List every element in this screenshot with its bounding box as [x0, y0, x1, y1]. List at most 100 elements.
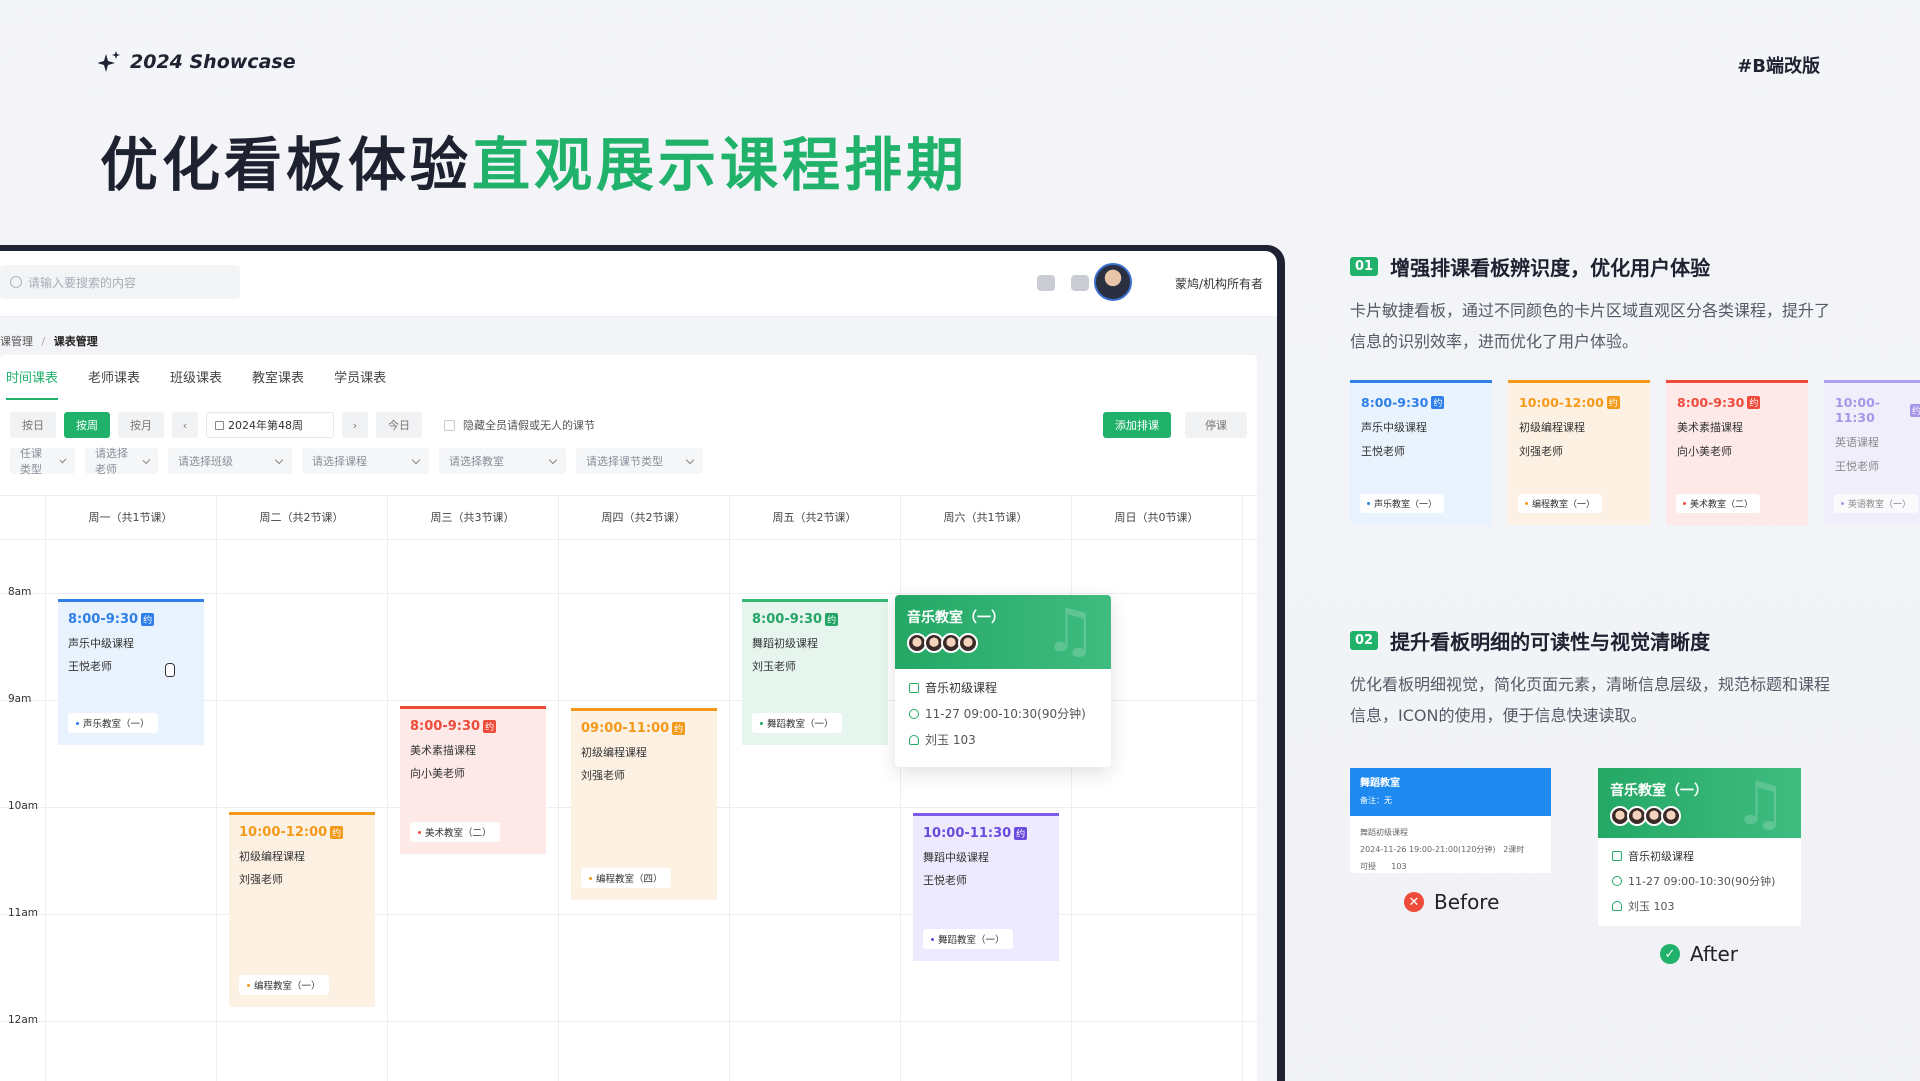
section-title: 增强排课看板辨识度，优化用户体验	[1390, 256, 1711, 280]
chevron-down-icon	[274, 455, 284, 464]
clock-icon	[909, 708, 919, 719]
hour-label: 10am	[8, 800, 39, 812]
section-number: 01	[1350, 257, 1379, 276]
section-title: 提升看板明细的可读性与视觉清晰度	[1390, 630, 1711, 654]
day-header-tue: 周二（共2节课）	[259, 511, 344, 524]
music-note-icon: ♫	[1043, 596, 1097, 666]
sample-card: 8:00-9:30 约 声乐中级课程 王悦老师 声乐教室（一）	[1350, 380, 1492, 525]
sample-card: 10:00-11:30约 英语课程 王悦老师 英语教室（一）	[1824, 380, 1920, 525]
clock-icon	[1612, 876, 1622, 886]
page-headline: 优化看板体验直观展示课程排期	[100, 118, 968, 202]
after-popover: 音乐教室（一） ♫ 音乐初级课程 11-27 09:00-10:30(90分钟)…	[1598, 768, 1801, 926]
classroom-select[interactable]: 请选择教室	[439, 448, 566, 474]
day-header-sun: 周日（共0节课）	[1114, 511, 1199, 524]
teacher-select[interactable]: 请选择老师	[85, 447, 158, 476]
schedule-card[interactable]: 8:00-9:30 约 声乐中级课程 王悦老师 声乐教室（一）	[58, 599, 204, 745]
breadcrumb-sep: /	[41, 335, 46, 348]
by-day-button[interactable]: 按日	[10, 412, 56, 438]
close-icon: ✕	[1404, 892, 1424, 912]
chevron-down-icon	[59, 455, 67, 464]
calendar-icon	[215, 420, 224, 430]
week-grid: 周一（共1节课） 周二（共2节课） 周三（共3节课） 周四（共2节课） 周五（共…	[0, 495, 1257, 1081]
tab-time[interactable]: 时间课表	[6, 367, 59, 400]
day-header-sat: 周六（共1节课）	[943, 511, 1028, 524]
filter-bar: 任课类型 请选择老师 请选择班级 请选择课程 请选择教室 请选择课节类型	[10, 447, 703, 476]
class-select[interactable]: 请选择班级	[168, 448, 292, 474]
version-tag: #B端改版	[1737, 56, 1820, 77]
today-button[interactable]: 今日	[376, 412, 422, 438]
book-icon	[1612, 851, 1622, 861]
hand-cursor-icon	[165, 663, 175, 677]
schedule-panel: 时间课表 老师课表 班级课表 教室课表 学员课表 按日 按周 按月 ‹ 2024…	[0, 355, 1257, 1081]
sample-card: 8:00-9:30 约 美术素描课程 向小美老师 美术教室（二）	[1666, 380, 1808, 525]
room-tag: 舞蹈教室（一）	[752, 713, 842, 733]
hide-empty-label: 隐藏全员请假或无人的课节	[463, 419, 595, 432]
chevron-down-icon	[685, 455, 695, 464]
tab-student[interactable]: 学员课表	[334, 367, 386, 400]
tab-class[interactable]: 班级课表	[170, 367, 222, 400]
sample-card: 10:00-12:00 约 初级编程课程 刘强老师 编程教室（一）	[1508, 380, 1650, 525]
tab-teacher[interactable]: 老师课表	[88, 367, 140, 400]
device-frame: 请输入要搜索的内容 蒙鸠/机构所有者 课管理 / 课表管理 时间课表 老师课表 …	[0, 245, 1285, 1081]
view-tabs: 时间课表 老师课表 班级课表 教室课表 学员课表	[6, 367, 386, 400]
schedule-card[interactable]: 10:00-12:00 约 初级编程课程 刘强老师 编程教室（一）	[229, 812, 375, 1007]
week-value: 2024年第48周	[228, 419, 303, 432]
room-tag: 舞蹈教室（一）	[923, 929, 1013, 949]
hour-label: 11am	[8, 907, 39, 919]
breadcrumb-current: 课表管理	[53, 335, 98, 348]
course-type-select[interactable]: 任课类型	[10, 447, 75, 476]
stop-class-button[interactable]: 停课	[1185, 412, 1247, 438]
avatar[interactable]	[1094, 263, 1132, 301]
class-detail-popover[interactable]: 音乐教室（一） ♫ 音乐初级课程 11-27 09:00-10:30(90分钟)…	[895, 595, 1111, 767]
day-header-thu: 周四（共2节课）	[601, 511, 686, 524]
section-desc: 卡片敏捷看板，通过不同颜色的卡片区域直观区分各类课程，提升了信息的识别效率，进而…	[1350, 301, 1831, 351]
next-week-button[interactable]: ›	[342, 412, 368, 438]
contacts-icon[interactable]	[1071, 275, 1089, 291]
prev-week-button[interactable]: ‹	[172, 412, 198, 438]
brand: 2024 Showcase	[98, 50, 296, 74]
course-select[interactable]: 请选择课程	[302, 448, 429, 474]
chevron-down-icon	[142, 455, 150, 464]
lesson-type-select[interactable]: 请选择课节类型	[576, 448, 703, 474]
chevron-down-icon	[548, 455, 558, 464]
schedule-toolbar: 按日 按周 按月 ‹ 2024年第48周 › 今日 隐藏全员请假或无人的课节 添…	[10, 410, 1247, 440]
top-bar: 请输入要搜索的内容 蒙鸠/机构所有者	[0, 251, 1277, 317]
after-label: ✓ After	[1660, 942, 1738, 966]
schedule-card[interactable]: 10:00-11:30 约 舞蹈中级课程 王悦老师 舞蹈教室（一）	[913, 813, 1059, 961]
check-icon: ✓	[1660, 944, 1680, 964]
toolbar-icons	[1037, 275, 1089, 291]
tab-classroom[interactable]: 教室课表	[252, 367, 304, 400]
before-label: ✕ Before	[1404, 890, 1499, 914]
headline-primary: 优化看板体验	[100, 131, 473, 199]
room-tag: 声乐教室（一）	[68, 713, 158, 733]
brand-title: 2024 Showcase	[130, 51, 296, 73]
by-month-button[interactable]: 按月	[118, 412, 164, 438]
message-icon[interactable]	[1037, 275, 1055, 291]
schedule-card[interactable]: 8:00-9:30 约 美术素描课程 向小美老师 美术教室（二）	[400, 706, 546, 854]
add-schedule-button[interactable]: 添加排课	[1103, 412, 1171, 438]
search-input[interactable]: 请输入要搜索的内容	[0, 265, 240, 299]
day-header-wed: 周三（共3节课）	[430, 511, 515, 524]
hide-empty-checkbox[interactable]	[444, 419, 455, 431]
breadcrumb: 课管理 / 课表管理	[0, 333, 98, 349]
room-tag: 编程教室（一）	[239, 975, 329, 995]
schedule-card[interactable]: 09:00-11:00 约 初级编程课程 刘强老师 编程教室（四）	[571, 708, 717, 900]
room-tag: 编程教室（四）	[581, 868, 671, 888]
week-picker[interactable]: 2024年第48周	[206, 412, 334, 438]
card-color-samples: 8:00-9:30 约 声乐中级课程 王悦老师 声乐教室（一） 10:00-12:…	[1350, 380, 1920, 525]
section-2: 02 提升看板明细的可读性与视觉清晰度 优化看板明细视觉，简化页面元素，清晰信息层…	[1350, 626, 1830, 731]
room-tag: 美术教室（二）	[410, 822, 500, 842]
day-header-fri: 周五（共2节课）	[772, 511, 857, 524]
person-icon	[1612, 901, 1622, 911]
by-week-button[interactable]: 按周	[64, 412, 110, 438]
book-icon	[909, 682, 919, 693]
sparkle-icon	[98, 51, 120, 72]
search-placeholder: 请输入要搜索的内容	[28, 275, 137, 290]
user-name[interactable]: 蒙鸠/机构所有者	[1175, 275, 1263, 292]
breadcrumb-parent[interactable]: 课管理	[0, 335, 33, 348]
section-desc: 优化看板明细视觉，简化页面元素，清晰信息层级，规范标题和课程信息，ICON的使用…	[1350, 675, 1831, 725]
avatar	[1661, 806, 1681, 826]
schedule-card[interactable]: 8:00-9:30 约 舞蹈初级课程 刘玉老师 舞蹈教室（一）	[742, 599, 888, 745]
headline-accent: 直观展示课程排期	[472, 131, 969, 199]
section-number: 02	[1350, 631, 1379, 650]
